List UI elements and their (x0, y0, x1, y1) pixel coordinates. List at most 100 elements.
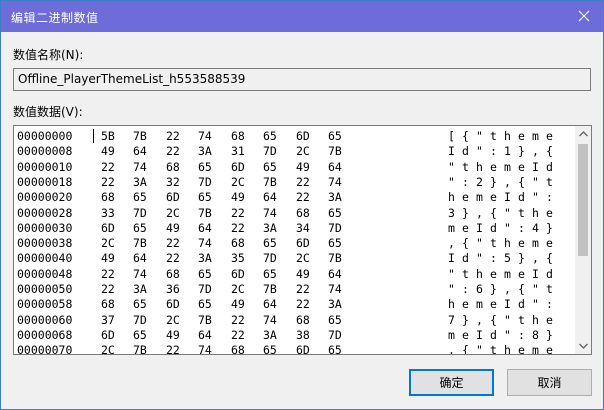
ascii-char[interactable]: , (448, 343, 455, 354)
hex-byte[interactable]: 74 (198, 236, 212, 251)
hex-byte[interactable]: 22 (166, 129, 180, 144)
hex-row[interactable]: 00000040 49 64 22 3A 35 7D 2C 7B Id ":5}, { (14, 251, 574, 266)
hex-byte[interactable]: 3A (133, 175, 147, 190)
ascii-char[interactable]: t (546, 282, 553, 297)
ascii-char[interactable]: } (462, 313, 469, 328)
ascii-char[interactable]: " (504, 313, 511, 328)
hex-byte[interactable]: 3A (263, 328, 277, 343)
ascii-char[interactable]: m (448, 221, 455, 236)
ascii-char[interactable]: e (490, 190, 497, 205)
ascii-char[interactable]: 4 (532, 221, 539, 236)
hex-byte[interactable]: 7D (263, 251, 277, 266)
hex-byte[interactable]: 49 (296, 267, 310, 282)
hex-byte[interactable]: 22 (296, 297, 310, 312)
ascii-char[interactable]: e (490, 267, 497, 282)
ascii-char[interactable]: : (546, 297, 553, 312)
ascii-char[interactable]: m (504, 267, 511, 282)
ascii-char[interactable]: e (490, 160, 497, 175)
hex-byte[interactable]: 38 (296, 328, 310, 343)
ascii-char[interactable]: e (518, 236, 525, 251)
ok-button[interactable]: 确定 (409, 369, 494, 396)
ascii-char[interactable]: h (532, 313, 539, 328)
hex-byte[interactable]: 68 (101, 190, 115, 205)
ascii-char[interactable]: d (518, 190, 525, 205)
hex-byte[interactable]: 49 (166, 328, 180, 343)
hex-byte[interactable]: 65 (263, 160, 277, 175)
hex-byte[interactable]: 6D (296, 236, 310, 251)
ascii-char[interactable]: " (448, 267, 455, 282)
hex-byte[interactable]: 6D (166, 297, 180, 312)
hex-byte[interactable]: 65 (263, 343, 277, 354)
ascii-char[interactable]: 6 (476, 282, 483, 297)
hex-byte[interactable]: 65 (198, 297, 212, 312)
hex-byte[interactable]: 7B (198, 206, 212, 221)
ascii-char[interactable]: d (462, 251, 469, 266)
hex-byte[interactable]: 22 (231, 221, 245, 236)
hex-editor[interactable]: 00000000 5B 7B 22 74 68 65 6D 65[{" t h e m e 00000008… (13, 125, 592, 355)
ascii-char[interactable]: t (490, 343, 497, 354)
hex-byte[interactable]: 68 (231, 129, 245, 144)
hex-byte[interactable]: 65 (328, 129, 342, 144)
ascii-char[interactable]: { (462, 129, 469, 144)
ascii-char[interactable]: d (518, 297, 525, 312)
hex-row[interactable]: 00000038 2C 7B 22 74 68 65 6D 65,{" t h e m e (14, 236, 574, 251)
ascii-char[interactable]: h (504, 236, 511, 251)
ascii-char[interactable]: { (546, 144, 553, 159)
hex-byte[interactable]: 65 (198, 190, 212, 205)
ascii-char[interactable]: e (518, 267, 525, 282)
hex-byte[interactable]: 7D (328, 328, 342, 343)
hex-byte[interactable]: 74 (328, 175, 342, 190)
ascii-char[interactable]: { (546, 251, 553, 266)
hex-byte[interactable]: 5B (101, 129, 115, 144)
hex-byte[interactable]: 65 (328, 313, 342, 328)
hex-byte[interactable]: 64 (133, 144, 147, 159)
hex-row[interactable]: 00000068 6D 65 49 64 22 3A 38 7D m e Id ":8} (14, 328, 574, 343)
ascii-char[interactable]: h (448, 297, 455, 312)
ascii-char[interactable]: , (532, 144, 539, 159)
hex-byte[interactable]: 49 (231, 190, 245, 205)
scroll-thumb[interactable] (578, 144, 588, 256)
hex-byte[interactable]: 74 (198, 343, 212, 354)
ascii-char[interactable]: { (518, 175, 525, 190)
ascii-char[interactable]: 1 (504, 144, 511, 159)
hex-byte[interactable]: 7B (133, 236, 147, 251)
ascii-char[interactable]: e (462, 328, 469, 343)
hex-byte[interactable]: 7B (263, 175, 277, 190)
ascii-char[interactable]: h (476, 267, 483, 282)
ascii-char[interactable]: h (476, 160, 483, 175)
ascii-char[interactable]: " (476, 251, 483, 266)
ascii-char[interactable]: { (490, 313, 497, 328)
hex-row[interactable]: 00000028 33 7D 2C 7B 22 74 68 65 3}, {" t h e (14, 206, 574, 221)
hex-row[interactable]: 00000018 22 3A 32 7D 2C 7B 22 74 ":2}, {" t (14, 175, 574, 190)
ascii-char[interactable]: : (462, 282, 469, 297)
hex-byte[interactable]: 3A (328, 190, 342, 205)
ascii-char[interactable]: m (532, 129, 539, 144)
hex-byte[interactable]: 6D (231, 267, 245, 282)
ascii-char[interactable]: t (490, 236, 497, 251)
ascii-char[interactable]: : (490, 144, 497, 159)
ascii-char[interactable]: I (448, 144, 455, 159)
hex-byte[interactable]: 7B (198, 313, 212, 328)
ascii-char[interactable]: : (518, 221, 525, 236)
ascii-char[interactable]: e (546, 343, 553, 354)
ascii-char[interactable]: m (476, 297, 483, 312)
hex-byte[interactable]: 64 (263, 297, 277, 312)
hex-byte[interactable]: 7D (198, 175, 212, 190)
hex-row[interactable]: 00000058 68 65 6D 65 49 64 22 3A h e m e Id ": (14, 297, 574, 312)
hex-byte[interactable]: 22 (101, 267, 115, 282)
ascii-char[interactable]: " (476, 236, 483, 251)
hex-byte[interactable]: 22 (166, 251, 180, 266)
hex-byte[interactable]: 22 (101, 160, 115, 175)
ascii-char[interactable]: : (546, 190, 553, 205)
ascii-char[interactable]: m (476, 190, 483, 205)
value-name-field[interactable]: Offline_PlayerThemeList_h553588539 (13, 68, 591, 91)
ascii-char[interactable]: d (462, 144, 469, 159)
hex-byte[interactable]: 22 (231, 328, 245, 343)
hex-byte[interactable]: 49 (231, 297, 245, 312)
hex-byte[interactable]: 6D (101, 221, 115, 236)
ascii-char[interactable]: " (448, 175, 455, 190)
ascii-char[interactable]: , (504, 175, 511, 190)
hex-byte[interactable]: 65 (133, 297, 147, 312)
hex-byte[interactable]: 74 (263, 313, 277, 328)
ascii-char[interactable]: { (462, 236, 469, 251)
